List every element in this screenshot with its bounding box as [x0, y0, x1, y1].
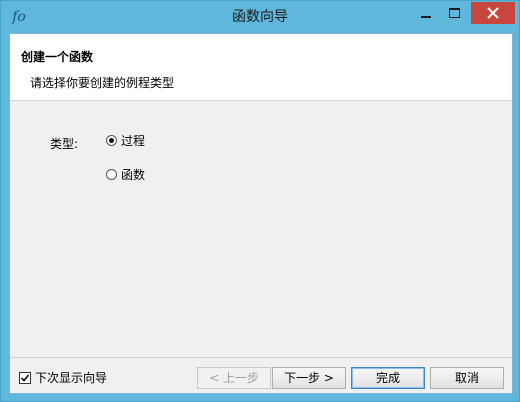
show-wizard-label[interactable]: 下次显示向导 [35, 369, 107, 386]
finish-button[interactable]: 完成 [351, 367, 425, 389]
radio-function-indicator[interactable] [106, 168, 117, 180]
prev-button[interactable]: < 上一步 [197, 367, 271, 389]
cancel-button[interactable]: 取消 [430, 367, 504, 389]
radio-procedure-label[interactable]: 过程 [121, 132, 145, 149]
function-wizard-window: fo 函数向导 创建一个函数 请选择你要创建的例程类型 类型: 过程 函数 下次… [0, 0, 520, 402]
checkmark-icon [20, 373, 30, 382]
close-button[interactable] [471, 2, 515, 24]
type-label: 类型: [50, 137, 79, 151]
radio-procedure-indicator[interactable] [106, 134, 117, 146]
header-title: 创建一个函数 [21, 50, 94, 64]
title-bar[interactable]: fo 函数向导 [1, 1, 519, 33]
show-wizard-checkbox-row[interactable]: 下次显示向导 [19, 369, 107, 386]
show-wizard-checkbox[interactable] [19, 371, 31, 384]
close-icon [487, 7, 499, 19]
minimize-button[interactable] [413, 2, 439, 24]
maximize-button[interactable] [441, 2, 467, 24]
radio-procedure[interactable]: 过程 [106, 131, 145, 149]
next-button[interactable]: 下一步 > [272, 367, 346, 389]
wizard-body: 创建一个函数 请选择你要创建的例程类型 类型: 过程 函数 下次显示向导 < 上… [9, 33, 513, 394]
header-subtitle: 请选择你要创建的例程类型 [30, 76, 175, 90]
wizard-header: 创建一个函数 请选择你要创建的例程类型 [10, 34, 512, 101]
radio-function-label[interactable]: 函数 [121, 166, 145, 183]
footer-divider [10, 357, 512, 358]
radio-function[interactable]: 函数 [106, 165, 145, 183]
